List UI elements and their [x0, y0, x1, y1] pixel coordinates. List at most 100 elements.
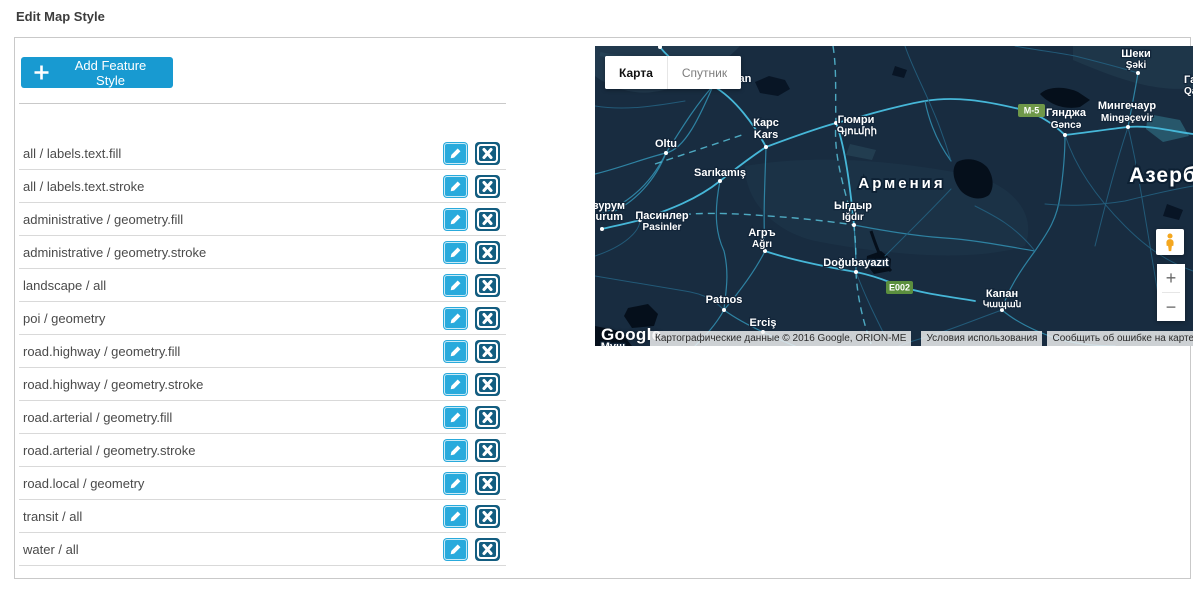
map-label-igdir-ru: Ыгдыр — [834, 200, 872, 212]
edit-style-button[interactable] — [443, 505, 468, 528]
map-label-dogubayazit: Doğubayazıt — [823, 257, 889, 269]
map-label-kars: Kars — [754, 129, 778, 141]
edit-style-button[interactable] — [443, 142, 468, 165]
add-feature-style-button[interactable]: Add Feature Style — [21, 57, 173, 88]
attribution-data: Картографические данные © 2016 Google, O… — [650, 331, 911, 346]
map-label-ganja-ru: Гянджа — [1046, 107, 1087, 119]
delete-style-button[interactable] — [475, 274, 500, 297]
edit-style-button[interactable] — [443, 175, 468, 198]
delete-style-button[interactable] — [475, 472, 500, 495]
x-icon — [475, 373, 500, 396]
map-label-ercis: Erciş — [750, 317, 777, 329]
row-actions — [443, 538, 500, 561]
feature-style-row: road.highway / geometry.fill — [19, 335, 506, 368]
edit-style-button[interactable] — [443, 472, 468, 495]
feature-style-label: all / labels.text.stroke — [23, 179, 144, 194]
feature-style-row: water / all — [19, 533, 506, 566]
map-label-qazax-az: Qa — [1184, 86, 1193, 97]
edit-style-button[interactable] — [443, 538, 468, 561]
map-label-patnos: Patnos — [706, 294, 743, 306]
pencil-icon — [449, 147, 462, 160]
edit-style-button[interactable] — [443, 241, 468, 264]
edit-style-button[interactable] — [443, 406, 468, 429]
feature-style-row: administrative / geometry.fill — [19, 203, 506, 236]
delete-style-button[interactable] — [475, 241, 500, 264]
edit-style-button[interactable] — [443, 274, 468, 297]
delete-style-button[interactable] — [475, 406, 500, 429]
delete-style-button[interactable] — [475, 505, 500, 528]
edit-style-button[interactable] — [443, 340, 468, 363]
street-view-pegman-button[interactable] — [1156, 229, 1184, 255]
row-actions — [443, 373, 500, 396]
x-icon — [475, 538, 500, 561]
map-label-igdir-tr: Iğdır — [842, 212, 864, 223]
row-actions — [443, 274, 500, 297]
pencil-icon — [449, 411, 462, 424]
delete-style-button[interactable] — [475, 307, 500, 330]
map-label-gyumri-hy: Գյումրի — [837, 126, 877, 137]
pencil-icon — [449, 477, 462, 490]
row-actions — [443, 439, 500, 462]
map-label-agri-tr: Ağrı — [752, 239, 772, 250]
report-error-link[interactable]: Сообщить об ошибке на карте — [1047, 331, 1193, 346]
row-actions — [443, 208, 500, 231]
page-title: Edit Map Style — [16, 9, 105, 24]
feature-style-row: all / labels.text.fill — [19, 137, 506, 170]
feature-style-row: road.arterial / geometry.fill — [19, 401, 506, 434]
terms-of-use-link[interactable]: Условия использования — [921, 331, 1042, 346]
delete-style-button[interactable] — [475, 373, 500, 396]
map-label-agri-ru: Агръ — [748, 227, 775, 239]
delete-style-button[interactable] — [475, 538, 500, 561]
map-label-sheki-ru: Шеки — [1121, 48, 1150, 60]
delete-style-button[interactable] — [475, 142, 500, 165]
map-label-qazax-ru: Га — [1184, 74, 1193, 86]
feature-style-label: road.local / geometry — [23, 476, 144, 491]
pencil-icon — [449, 279, 462, 292]
feature-style-row: road.highway / geometry.stroke — [19, 368, 506, 401]
zoom-in-button[interactable]: + — [1157, 264, 1185, 292]
plus-icon — [33, 64, 50, 81]
row-actions — [443, 505, 500, 528]
zoom-out-button[interactable]: − — [1157, 293, 1185, 321]
feature-style-row: transit / all — [19, 500, 506, 533]
map-type-satellite-button[interactable]: Спутник — [667, 56, 741, 89]
feature-style-label: road.highway / geometry.stroke — [23, 377, 203, 392]
pencil-icon — [449, 213, 462, 226]
map-label-oltu: Oltu — [655, 138, 677, 150]
map-label-sarikamis: Sarıkamış — [694, 167, 746, 179]
edit-style-button[interactable] — [443, 439, 468, 462]
map-label-ganja-az: Gəncə — [1051, 120, 1082, 131]
map-label-armenia: Армения — [858, 175, 945, 192]
row-actions — [443, 472, 500, 495]
feature-style-label: road.highway / geometry.fill — [23, 344, 180, 359]
feature-style-row: all / labels.text.stroke — [19, 170, 506, 203]
edit-map-style-panel: Add Feature Style all / labels.text.fill — [14, 37, 1191, 579]
zoom-control: + − — [1157, 264, 1185, 321]
pencil-icon — [449, 246, 462, 259]
x-icon — [475, 340, 500, 363]
feature-style-row: poi / geometry — [19, 302, 506, 335]
map-preview[interactable]: M-5 E002 Ardahan Карс Kars Гюмри — [595, 46, 1193, 346]
x-icon — [475, 505, 500, 528]
delete-style-button[interactable] — [475, 340, 500, 363]
pencil-icon — [449, 510, 462, 523]
pencil-icon — [449, 444, 462, 457]
map-canvas: M-5 E002 Ardahan Карс Kars Гюмри — [595, 46, 1193, 346]
pencil-icon — [449, 312, 462, 325]
map-attribution: Картографические данные © 2016 Google, O… — [650, 331, 1193, 346]
x-icon — [475, 208, 500, 231]
edit-style-button[interactable] — [443, 208, 468, 231]
map-type-control: Карта Спутник — [605, 56, 741, 89]
edit-style-button[interactable] — [443, 307, 468, 330]
feature-style-label: road.arterial / geometry.stroke — [23, 443, 195, 458]
map-label-sheki-az: Şəki — [1126, 60, 1147, 71]
delete-style-button[interactable] — [475, 175, 500, 198]
feature-style-label: administrative / geometry.stroke — [23, 245, 206, 260]
map-type-map-button[interactable]: Карта — [605, 56, 667, 89]
edit-style-button[interactable] — [443, 373, 468, 396]
delete-style-button[interactable] — [475, 208, 500, 231]
pencil-icon — [449, 180, 462, 193]
x-icon — [475, 406, 500, 429]
delete-style-button[interactable] — [475, 439, 500, 462]
map-label-pasinler-ru: Пасинлер — [635, 210, 689, 222]
